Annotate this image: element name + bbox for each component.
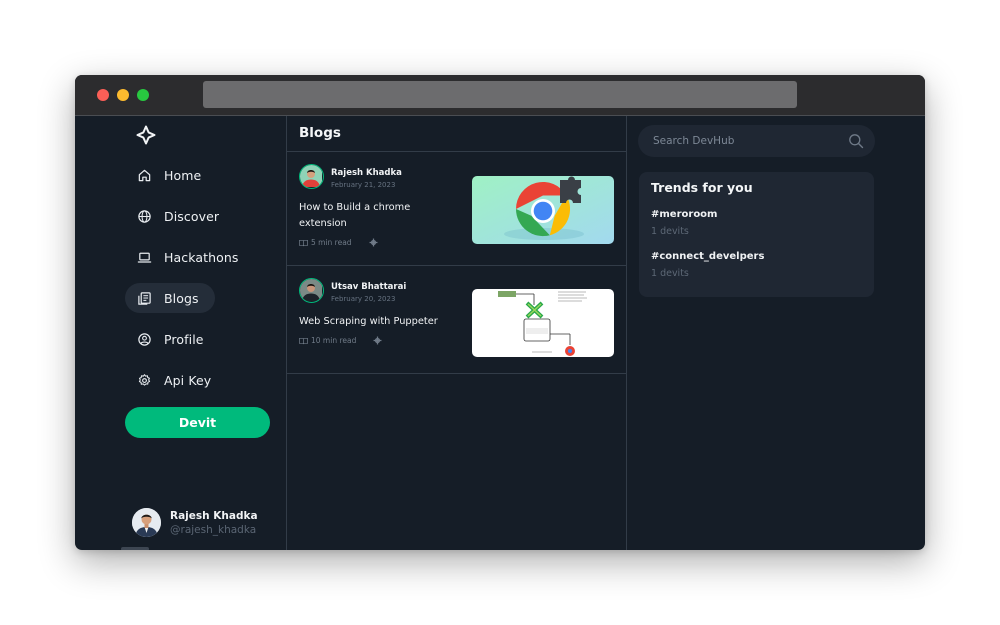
nav-item-profile[interactable]: Profile <box>125 324 204 354</box>
gear-icon <box>138 373 151 386</box>
nav-label-profile: Profile <box>164 331 204 347</box>
author-photo <box>300 279 322 301</box>
logo-icon[interactable] <box>136 125 156 145</box>
blog-icon <box>138 291 151 305</box>
address-bar[interactable] <box>203 81 797 108</box>
settings-icon[interactable] <box>369 238 378 247</box>
laptop-icon <box>137 252 152 263</box>
post-author[interactable]: Rajesh Khadka <box>331 168 402 178</box>
maximize-window-button[interactable] <box>137 89 149 101</box>
trend-count: 1 devits <box>651 268 689 279</box>
globe-icon <box>138 209 151 223</box>
nav-item-api-key[interactable]: Api Key <box>125 365 211 395</box>
settings-icon[interactable] <box>373 336 382 345</box>
post-date: February 21, 2023 <box>331 181 396 189</box>
blog-post[interactable]: Utsav Bhattarai February 20, 2023 Web Sc… <box>287 266 627 374</box>
nav-label-home: Home <box>164 167 202 183</box>
post-meta: 10 min read <box>299 336 382 345</box>
trend-tag[interactable]: #meroroom <box>651 209 717 220</box>
trend-count: 1 devits <box>651 226 689 237</box>
profile-name: Rajesh Khadka <box>170 510 258 522</box>
nav-label-blogs: Blogs <box>164 290 199 306</box>
trends-title: Trends for you <box>651 180 753 195</box>
devhub-app: Home Discover Hackathons Blogs Profile A… <box>75 116 925 550</box>
sidebar-bottom-stub <box>121 547 149 550</box>
post-thumbnail[interactable] <box>472 176 614 244</box>
post-date: February 20, 2023 <box>331 295 396 303</box>
puppeteer-diagram-image <box>472 289 614 357</box>
page-title: Blogs <box>299 125 341 141</box>
book-icon <box>299 239 308 246</box>
book-icon <box>299 337 308 344</box>
author-avatar[interactable] <box>299 278 324 303</box>
post-title[interactable]: How to Build a chrome extension <box>299 200 449 232</box>
author-photo <box>300 165 322 187</box>
feed-header: Blogs <box>287 116 627 152</box>
user-circle-icon <box>138 332 151 346</box>
nav-label-discover: Discover <box>164 208 220 224</box>
nav-label-api-key: Api Key <box>164 372 212 388</box>
search-input[interactable] <box>638 125 875 157</box>
minimize-window-button[interactable] <box>117 89 129 101</box>
nav-item-discover[interactable]: Discover <box>125 201 219 231</box>
chrome-extension-image <box>472 176 614 244</box>
sidebar: Home Discover Hackathons Blogs Profile A… <box>75 116 287 550</box>
user-photo <box>132 508 161 537</box>
home-icon <box>138 169 151 181</box>
nav-item-blogs[interactable]: Blogs <box>125 283 215 313</box>
read-time: 5 min read <box>311 238 352 247</box>
author-avatar[interactable] <box>299 164 324 189</box>
trends-panel: Trends for you #meroroom 1 devits #conne… <box>639 172 874 297</box>
right-column: Trends for you #meroroom 1 devits #conne… <box>627 116 925 550</box>
browser-window: Home Discover Hackathons Blogs Profile A… <box>75 75 925 550</box>
post-meta: 5 min read <box>299 238 378 247</box>
nav-item-hackathons[interactable]: Hackathons <box>125 242 239 272</box>
read-time: 10 min read <box>311 336 357 345</box>
search-icon[interactable] <box>848 133 864 149</box>
nav-label-hackathons: Hackathons <box>164 249 239 265</box>
profile-summary[interactable]: Rajesh Khadka @rajesh_khadka <box>132 508 282 538</box>
blogs-feed: Blogs Rajesh Khadka February 21, 2023 Ho… <box>287 116 627 550</box>
title-bar <box>75 75 925 116</box>
trend-tag[interactable]: #connect_develpers <box>651 251 764 262</box>
profile-handle: @rajesh_khadka <box>170 524 257 536</box>
devit-button[interactable]: Devit <box>125 407 270 438</box>
blog-post[interactable]: Rajesh Khadka February 21, 2023 How to B… <box>287 152 627 266</box>
avatar <box>132 508 161 537</box>
post-author[interactable]: Utsav Bhattarai <box>331 282 406 292</box>
post-thumbnail[interactable] <box>472 289 614 357</box>
post-title[interactable]: Web Scraping with Puppeter <box>299 314 449 330</box>
nav-item-home[interactable]: Home <box>125 160 201 190</box>
close-window-button[interactable] <box>97 89 109 101</box>
